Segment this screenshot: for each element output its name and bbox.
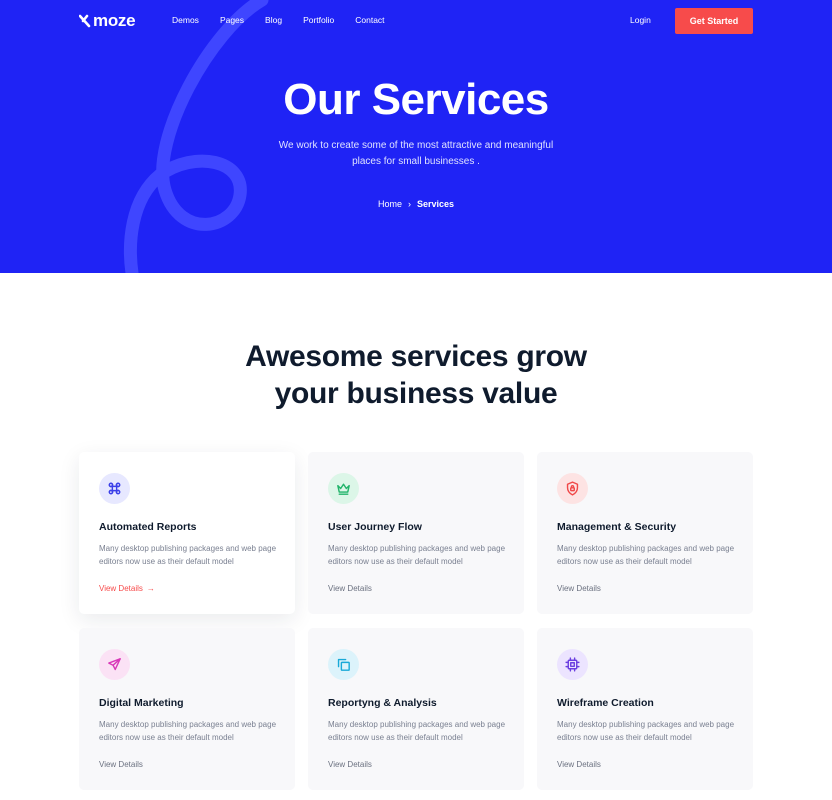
- service-description: Many desktop publishing packages and web…: [328, 720, 506, 742]
- view-details-label: View Details: [99, 584, 143, 593]
- arrow-right-icon: →: [146, 584, 155, 593]
- breadcrumb-home[interactable]: Home: [378, 199, 402, 209]
- crown-icon: [328, 473, 359, 504]
- service-title: Reportyng & Analysis: [328, 697, 437, 709]
- shield-lock-icon: [557, 473, 588, 504]
- cpu-icon: [557, 649, 588, 680]
- section-heading-line2: your business value: [274, 377, 558, 410]
- nav-link-demos[interactable]: Demos: [172, 15, 199, 25]
- service-title: Automated Reports: [99, 521, 197, 533]
- view-details-link[interactable]: View Details: [557, 760, 601, 769]
- nav-link-contact[interactable]: Contact: [355, 15, 384, 25]
- service-description: Many desktop publishing packages and web…: [328, 544, 506, 566]
- section-heading: Awesome services grow your business valu…: [0, 338, 832, 412]
- service-title: Wireframe Creation: [557, 697, 654, 709]
- view-details-link[interactable]: View Details: [557, 584, 601, 593]
- service-description: Many desktop publishing packages and web…: [99, 720, 277, 742]
- command-icon: [99, 473, 130, 504]
- logo-mark-icon: [79, 14, 91, 28]
- nav-link-pages[interactable]: Pages: [220, 15, 244, 25]
- service-card[interactable]: Reportyng & Analysis Many desktop publis…: [308, 628, 524, 790]
- nav-links: Demos Pages Blog Portfolio Contact: [172, 15, 406, 25]
- service-card[interactable]: Management & Security Many desktop publi…: [537, 452, 753, 614]
- view-details-link[interactable]: View Details: [99, 760, 143, 769]
- page-title: Our Services: [283, 75, 549, 124]
- logo-text: moze: [93, 11, 136, 30]
- service-description: Many desktop publishing packages and web…: [99, 544, 277, 566]
- copy-icon: [328, 649, 359, 680]
- send-icon: [99, 649, 130, 680]
- breadcrumb-current: Services: [416, 199, 455, 209]
- view-details-link[interactable]: View Details: [328, 584, 372, 593]
- service-card[interactable]: User Journey Flow Many desktop publishin…: [308, 452, 524, 614]
- hero-section: moze Demos Pages Blog Portfolio Contact …: [0, 0, 832, 273]
- view-details-link[interactable]: View Details →: [99, 584, 155, 593]
- service-description: Many desktop publishing packages and web…: [557, 720, 735, 742]
- hero-subtitle: We work to create some of the most attra…: [278, 140, 554, 167]
- get-started-button[interactable]: Get Started: [675, 8, 753, 34]
- breadcrumb-separator-icon: ›: [407, 199, 411, 209]
- view-details-link[interactable]: View Details: [328, 760, 372, 769]
- breadcrumb: Home › Services: [0, 199, 832, 209]
- login-link[interactable]: Login: [630, 15, 651, 25]
- section-heading-line1: Awesome services grow: [245, 340, 587, 373]
- service-title: Management & Security: [557, 521, 677, 533]
- service-card[interactable]: Wireframe Creation Many desktop publishi…: [537, 628, 753, 790]
- top-nav: moze Demos Pages Blog Portfolio Contact …: [0, 0, 832, 42]
- service-card[interactable]: Automated Reports Many desktop publishin…: [79, 452, 295, 614]
- service-title: Digital Marketing: [99, 697, 184, 709]
- service-description: Many desktop publishing packages and web…: [557, 544, 735, 566]
- service-title: User Journey Flow: [328, 521, 422, 533]
- service-card[interactable]: Digital Marketing Many desktop publishin…: [79, 628, 295, 790]
- nav-link-blog[interactable]: Blog: [265, 15, 282, 25]
- nav-link-portfolio[interactable]: Portfolio: [303, 15, 334, 25]
- logo[interactable]: moze: [79, 11, 136, 31]
